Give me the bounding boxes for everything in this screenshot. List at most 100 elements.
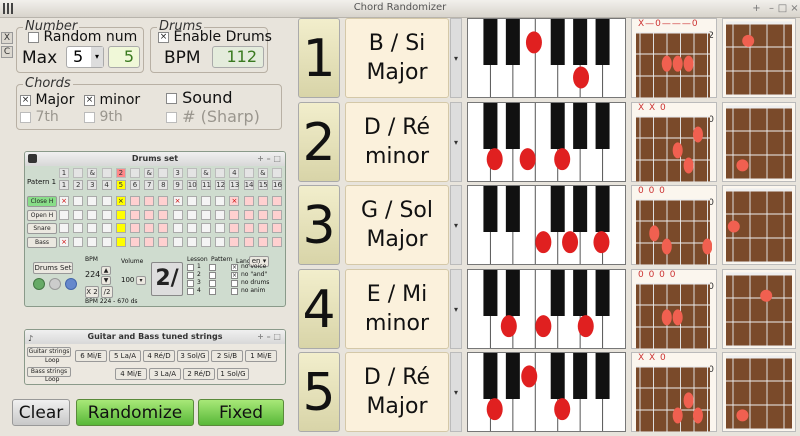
drum-step-cell[interactable] <box>243 209 254 220</box>
drum-step-cell[interactable] <box>186 236 197 247</box>
drum-step-cell[interactable] <box>115 236 126 247</box>
drum-step-cell[interactable] <box>87 236 98 247</box>
drum-step-cell[interactable] <box>215 223 226 233</box>
ninth-check[interactable] <box>84 111 95 123</box>
drum-step-cell[interactable] <box>130 236 140 247</box>
drum-step-cell[interactable] <box>87 223 98 233</box>
drum-step-cell[interactable] <box>257 223 268 233</box>
drum-step-cell[interactable] <box>229 223 240 233</box>
lesson-checkbox[interactable] <box>187 264 194 271</box>
drums-window-controls-icon[interactable]: + – □ <box>257 152 281 166</box>
drum-step-cell[interactable] <box>158 223 169 233</box>
drum-step-cell[interactable] <box>101 209 112 220</box>
drum-step-cell[interactable]: × <box>59 236 69 247</box>
drum-step-cell[interactable] <box>130 223 140 233</box>
drum-track-open-h[interactable]: Open H <box>27 209 57 221</box>
lesson-checkbox[interactable] <box>187 272 194 279</box>
drum-step-cell[interactable] <box>144 196 155 206</box>
lesson-checkbox[interactable] <box>187 288 194 295</box>
drum-step-cell[interactable] <box>186 223 197 233</box>
drum-step-cell[interactable] <box>272 223 282 233</box>
pattern-checkbox[interactable] <box>209 280 216 287</box>
enable-drums-checkbox[interactable]: × Enable Drums <box>158 29 272 45</box>
drum-step-cell[interactable] <box>158 236 169 247</box>
option-checkbox[interactable] <box>231 280 238 287</box>
drum-step-cell[interactable] <box>101 223 112 233</box>
option-checkbox[interactable] <box>231 288 238 295</box>
volume-dropdown-icon[interactable]: ▾ <box>136 276 146 285</box>
pattern-checkbox[interactable] <box>209 272 216 279</box>
info-icon[interactable] <box>65 278 77 290</box>
drum-step-cell[interactable] <box>186 209 197 220</box>
drum-step-cell[interactable] <box>130 209 140 220</box>
chord-dropdown-icon[interactable]: ▾ <box>450 352 462 432</box>
bass-string-button[interactable]: 4 Mi/E <box>115 368 147 380</box>
sound-checkbox[interactable]: Sound <box>166 88 232 107</box>
drum-step-cell[interactable] <box>73 236 84 247</box>
drum-step-cell[interactable] <box>215 209 226 220</box>
drum-step-cell[interactable] <box>243 196 254 206</box>
drum-step-cell[interactable] <box>186 196 197 206</box>
pattern-checkbox[interactable] <box>209 264 216 271</box>
pattern-checkbox[interactable] <box>209 288 216 295</box>
enable-drums-check[interactable]: × <box>158 31 169 43</box>
drum-step-cell[interactable] <box>272 196 282 206</box>
x2-button[interactable]: X 2 <box>85 286 99 298</box>
pause-icon[interactable] <box>49 278 61 290</box>
drum-step-cell[interactable] <box>87 209 98 220</box>
drum-step-cell[interactable] <box>73 209 84 220</box>
drum-step-cell[interactable] <box>59 223 69 233</box>
drum-step-cell[interactable] <box>144 236 155 247</box>
random-num-check[interactable] <box>28 31 39 43</box>
drum-step-cell[interactable] <box>201 236 211 247</box>
drum-step-cell[interactable] <box>201 223 211 233</box>
drum-step-cell[interactable]: × <box>59 196 69 206</box>
major-checkbox[interactable]: × Major <box>20 92 74 108</box>
drum-step-cell[interactable] <box>115 209 126 220</box>
drum-step-cell[interactable] <box>87 196 98 206</box>
drum-step-cell[interactable] <box>243 223 254 233</box>
seventh-check[interactable] <box>20 111 31 123</box>
bass-string-button[interactable]: 3 La/A <box>149 368 181 380</box>
option-checkbox[interactable]: × <box>231 264 238 271</box>
drum-step-cell[interactable] <box>144 209 155 220</box>
drum-step-cell[interactable] <box>257 196 268 206</box>
drum-step-cell[interactable] <box>59 209 69 220</box>
tuned-window-controls-icon[interactable]: + – □ <box>257 330 281 344</box>
guitar-strings-label[interactable]: Guitar strings <box>27 347 71 357</box>
drum-step-cell[interactable] <box>215 196 226 206</box>
drum-step-cell[interactable] <box>215 236 226 247</box>
div2-button[interactable]: /2 <box>101 286 113 298</box>
side-x-button[interactable]: X <box>1 32 13 44</box>
randomize-button[interactable]: Randomize <box>76 399 194 426</box>
drum-step-cell[interactable] <box>172 223 183 233</box>
side-c-button[interactable]: C <box>1 46 13 58</box>
lesson-checkbox[interactable] <box>187 280 194 287</box>
guitar-string-button[interactable]: 3 Sol/G <box>177 350 209 362</box>
drum-step-cell[interactable] <box>73 196 84 206</box>
drum-step-cell[interactable] <box>115 223 126 233</box>
clear-button[interactable]: Clear <box>12 399 70 426</box>
drum-step-cell[interactable] <box>201 196 211 206</box>
option-checkbox[interactable]: × <box>231 272 238 279</box>
max-spin[interactable]: 5 ▾ <box>66 46 104 68</box>
major-check[interactable]: × <box>20 94 31 106</box>
chord-dropdown-icon[interactable]: ▾ <box>450 18 462 98</box>
drum-step-cell[interactable]: × <box>115 196 126 206</box>
drum-step-cell[interactable]: × <box>172 196 183 206</box>
sharp-checkbox[interactable]: # (Sharp) <box>166 107 260 126</box>
drum-step-cell[interactable] <box>172 236 183 247</box>
bass-string-button[interactable]: 1 Sol/G <box>217 368 249 380</box>
max-dropdown-icon[interactable]: ▾ <box>91 47 103 67</box>
play-icon[interactable] <box>33 278 45 290</box>
sharp-check[interactable] <box>166 112 177 123</box>
drum-step-cell[interactable] <box>257 209 268 220</box>
drum-step-cell[interactable] <box>201 209 211 220</box>
ninth-checkbox[interactable]: 9th <box>84 109 123 125</box>
guitar-string-button[interactable]: 2 Si/B <box>211 350 243 362</box>
drum-track-close-h[interactable]: Close H <box>27 196 57 207</box>
drum-step-cell[interactable] <box>158 196 169 206</box>
chord-dropdown-icon[interactable]: ▾ <box>450 101 462 182</box>
drum-step-cell[interactable] <box>272 209 282 220</box>
drum-step-cell[interactable]: × <box>229 196 240 206</box>
